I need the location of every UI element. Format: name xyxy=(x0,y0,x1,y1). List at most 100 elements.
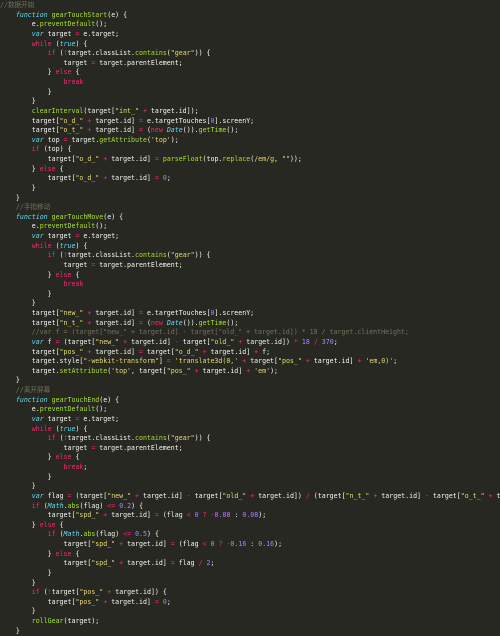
code-line[interactable]: var target = e.target; xyxy=(0,415,500,425)
code-token: ) { xyxy=(131,501,144,510)
code-line[interactable]: } xyxy=(0,97,500,107)
code-line[interactable]: } xyxy=(0,376,500,386)
code-line[interactable]: function gearTouchStart(e) { xyxy=(0,11,500,21)
code-line[interactable]: target = target.parentElement; xyxy=(0,444,500,454)
code-line[interactable]: } xyxy=(0,473,500,483)
code-token: 18 xyxy=(301,337,310,346)
code-line[interactable]: while (true) { xyxy=(0,40,500,50)
code-line[interactable]: } else { xyxy=(0,550,500,560)
code-line[interactable]: if (!target.classList.contains("gear")) … xyxy=(0,49,500,59)
code-line[interactable]: if (Math.abs(flag) <= 0.5) { xyxy=(0,530,500,540)
code-token: ( xyxy=(55,49,64,58)
code-line[interactable]: target = target.parentElement; xyxy=(0,59,500,69)
code-line[interactable]: rollGear(target); xyxy=(0,617,500,627)
code-line[interactable]: } xyxy=(0,184,500,194)
code-token: getTime xyxy=(198,318,227,327)
code-token: if xyxy=(31,588,40,597)
code-line[interactable]: } else { xyxy=(0,453,500,463)
code-token: preventDefault xyxy=(39,20,96,29)
code-line[interactable]: target["spd_" + target.id] = (flag < 0 ?… xyxy=(0,540,500,550)
code-line[interactable]: } else { xyxy=(0,165,500,175)
code-line[interactable]: } else { xyxy=(0,521,500,531)
code-line[interactable]: var target = e.target; xyxy=(0,232,500,242)
code-line[interactable]: target["o_d_" + target.id] = e.targetTou… xyxy=(0,117,500,127)
code-line[interactable]: //数据开始 xyxy=(0,1,500,11)
code-line[interactable]: var f = (target["new_" + target.id] - ta… xyxy=(0,338,500,348)
code-line[interactable]: if (!target.classList.contains("gear")) … xyxy=(0,251,500,261)
code-line[interactable]: //离开屏幕 xyxy=(0,386,500,396)
code-line[interactable]: function gearTouchMove(e) { xyxy=(0,213,500,223)
code-token: "-webkit-transform" xyxy=(83,357,159,366)
code-line[interactable]: } xyxy=(0,579,500,589)
code-line[interactable]: e.preventDefault(); xyxy=(0,222,500,232)
code-line[interactable]: if (top) { xyxy=(0,145,500,155)
code-line[interactable]: target["o_d_" + target.id] = 0; xyxy=(0,174,500,184)
code-line[interactable]: break; xyxy=(0,463,500,473)
code-line[interactable]: target["o_d_" + target.id] = parseFloat(… xyxy=(0,155,500,165)
code-token: var xyxy=(31,232,44,240)
code-line[interactable]: target["pos_" + target.id] = 0; xyxy=(0,598,500,608)
code-line[interactable]: while (true) { xyxy=(0,425,500,435)
code-line[interactable]: } xyxy=(0,627,500,636)
code-token: } xyxy=(0,193,20,202)
code-line[interactable]: target = target.parentElement; xyxy=(0,261,500,271)
code-line[interactable]: target["new_" + target.id] = e.targetTou… xyxy=(0,309,500,319)
code-token: ( xyxy=(55,251,64,260)
code-token: if xyxy=(47,530,56,539)
code-token: "pos_" xyxy=(75,597,100,606)
code-line[interactable]: } xyxy=(0,299,500,309)
code-token: "pos_" xyxy=(59,347,84,356)
code-line[interactable]: } xyxy=(0,482,500,492)
code-line[interactable]: target.style["-webkit-transform"] = 'tra… xyxy=(0,357,500,367)
code-token: target[ xyxy=(0,318,60,327)
code-line[interactable]: var top = target.getAttribute('top'); xyxy=(0,136,500,146)
code-line[interactable]: //var f = (target["new_" + target.id] - … xyxy=(0,328,500,338)
code-line[interactable]: var target = e.target; xyxy=(0,30,500,40)
code-line[interactable]: break xyxy=(0,280,500,290)
code-token: (target[ xyxy=(59,337,96,346)
code-token: e.target; xyxy=(79,29,120,38)
code-line[interactable]: } xyxy=(0,194,500,204)
code-token: (); xyxy=(95,222,108,231)
code-line[interactable]: } else { xyxy=(0,271,500,281)
code-line[interactable]: if (!target["pos_" + target.id]) { xyxy=(0,588,500,598)
code-line[interactable]: clearInterval(target["int_" + target.id]… xyxy=(0,107,500,117)
code-token: target.id] xyxy=(139,491,187,500)
code-token: ) { xyxy=(147,530,159,539)
code-token: (e) { xyxy=(99,395,120,404)
code-line[interactable]: e.preventDefault(); xyxy=(0,20,500,30)
code-token: } xyxy=(0,607,36,616)
code-line[interactable]: } else { xyxy=(0,68,500,78)
code-line[interactable]: } xyxy=(0,290,500,300)
code-token: target.id] xyxy=(123,559,171,568)
code-line[interactable]: } xyxy=(0,88,500,98)
code-line[interactable]: target["pos_" + target.id] = target["o_d… xyxy=(0,348,500,358)
code-token: } xyxy=(0,376,20,385)
code-line[interactable]: } xyxy=(0,607,500,617)
code-token: e.target; xyxy=(79,232,120,240)
code-line[interactable]: if (!target.classList.contains("gear")) … xyxy=(0,434,500,444)
code-line[interactable]: //手指移动 xyxy=(0,203,500,213)
code-token: } xyxy=(0,97,36,106)
code-line[interactable]: target.setAttribute('top', target["pos_"… xyxy=(0,367,500,377)
code-line[interactable]: target["spd_" + target.id] = flag / 2; xyxy=(0,559,500,569)
code-line[interactable]: while (true) { xyxy=(0,242,500,252)
code-line[interactable]: target["o_t_" + target.id] = (new Date()… xyxy=(0,126,500,136)
code-line[interactable]: if (Math.abs(flag) <= 0.2) { xyxy=(0,502,500,512)
code-line[interactable]: target["n_t_" + target.id] = (new Date()… xyxy=(0,319,500,329)
code-line[interactable]: target["spd_" + target.id] = (flag < 0 ?… xyxy=(0,511,500,521)
code-line[interactable]: break xyxy=(0,78,500,88)
code-line[interactable]: e.preventDefault(); xyxy=(0,405,500,415)
code-editor[interactable]: //数据开始 function gearTouchStart(e) { e.pr… xyxy=(0,0,500,635)
code-token: (target[ xyxy=(71,491,108,500)
code-line[interactable]: var flag = (target["new_" + target.id] -… xyxy=(0,492,500,502)
code-token: } xyxy=(0,549,56,558)
code-line[interactable]: function gearTouchEnd(e) { xyxy=(0,396,500,406)
code-line[interactable]: } xyxy=(0,569,500,579)
code-token: else xyxy=(55,68,72,77)
code-token: (target[ xyxy=(83,106,116,115)
